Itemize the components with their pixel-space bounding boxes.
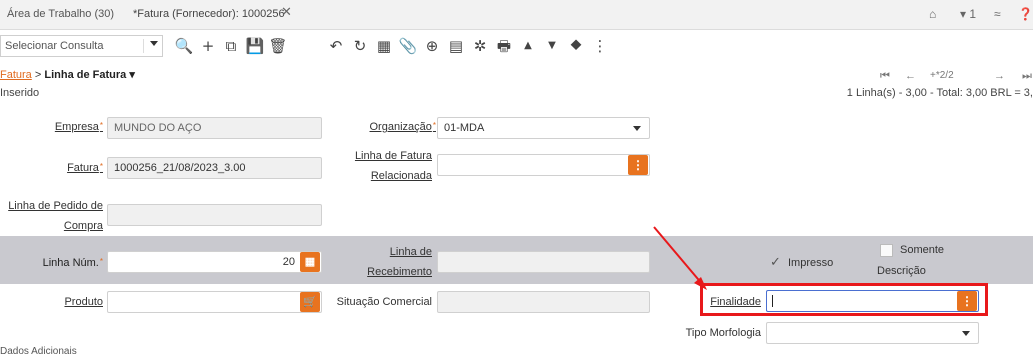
chevron-down-icon[interactable] [633,126,641,131]
notification-icon[interactable]: ▾ 1 [960,7,976,21]
previous-record-icon[interactable]: ← [905,70,916,82]
query-select-divider [143,39,144,53]
query-select[interactable]: Selecionar Consulta [0,35,163,57]
print-icon[interactable]: 🖶 [494,36,514,56]
record-position: +*2/2 [930,70,954,81]
record-status: Inserido [0,87,40,99]
home-icon[interactable]: ⌂ [929,7,936,21]
fatura-label-text: Fatura [67,162,99,174]
chevron-down-icon[interactable] [150,41,158,46]
breadcrumb-separator: > [34,69,42,81]
required-marker: * [99,121,103,130]
save-icon[interactable]: 💾 [245,36,265,56]
linha-fatura-rel-line2: Relacionada [370,170,432,182]
empresa-field[interactable]: MUNDO DO AÇO [107,117,322,139]
next-record-icon[interactable]: → [994,70,1005,82]
add-icon[interactable]: + [198,36,218,56]
settings-icon[interactable]: ✲ [470,36,490,56]
cart-icon[interactable]: 🛒 [300,292,320,312]
organizacao-select[interactable]: 01-MDA [437,117,650,139]
linha-pedido-line2: Compra [63,220,103,232]
tag-icon[interactable]: ⯁ [566,36,586,56]
linha-num-field[interactable]: 20 ▦ [107,251,322,273]
undo-icon[interactable]: ↶ [326,36,346,56]
tab-workarea[interactable]: Área de Trabalho (30) [7,8,114,20]
required-marker: * [99,257,103,266]
first-record-icon[interactable]: ⏮ [880,70,890,83]
linha-fatura-rel-line1: Linha de Fatura [354,150,432,162]
tipo-morfologia-label: Tipo Morfologia [685,327,761,339]
situacao-comercial-field[interactable] [437,291,650,313]
produto-label: Produto [64,296,103,308]
impresso-label: Impresso [788,257,834,269]
close-icon[interactable]: ✕ [281,4,292,20]
collapse-icon[interactable]: ≈ [994,7,1001,21]
empresa-value: MUNDO DO AÇO [114,122,202,134]
previous-icon[interactable]: ▲ [518,36,538,56]
organizacao-value: 01-MDA [444,122,485,134]
organizacao-label: Organização* [370,121,437,133]
linha-pedido-compra-field[interactable] [107,204,322,226]
attachment-icon[interactable]: 📎 [398,36,418,56]
zoom-icon[interactable]: ⊕ [422,36,442,56]
more-icon[interactable]: ⋮ [590,36,610,56]
linha-fatura-relacionada-field[interactable]: ⋮ [437,154,650,176]
help-icon[interactable]: ❓ [1018,7,1033,21]
produto-field[interactable]: 🛒 [107,291,322,313]
refresh-icon[interactable]: ↻ [350,36,370,56]
linha-recebimento-field[interactable] [437,251,650,273]
somente-label: Somente [900,244,945,256]
fatura-label: Fatura* [67,162,103,174]
linha-receb-line2: Recebimento [367,266,432,278]
totals-summary: 1 Linha(s) - 3,00 - Total: 3,00 BRL = 3, [846,87,1033,99]
tipo-morfologia-select[interactable] [766,322,979,344]
descricao-label: Descrição [877,265,926,277]
required-marker: * [432,121,436,130]
dados-adicionais-section[interactable]: Dados Adicionais [0,346,77,357]
empresa-label-text: Empresa [54,121,99,133]
search-icon[interactable]: 🔍 [174,36,194,56]
checkmark-icon[interactable]: ✓ [770,254,781,270]
empresa-label: Empresa* [55,121,103,133]
situacao-comercial-label: Situação Comercial [336,296,432,308]
next-icon[interactable]: ▼ [542,36,562,56]
breadcrumb-current[interactable]: Linha de Fatura ▾ [44,69,134,81]
breadcrumb-parent[interactable]: Fatura [0,69,32,81]
last-record-icon[interactable]: ⏭ [1022,70,1032,83]
query-select-placeholder: Selecionar Consulta [5,40,104,52]
linha-num-label-text: Linha Núm. [42,257,99,269]
linha-pedido-compra-label: Linha de Pedido de Compra [8,196,103,236]
linha-fatura-relacionada-label: Linha de Fatura Relacionada [355,146,432,186]
delete-icon[interactable]: 🗑 [268,36,288,56]
required-marker: * [99,162,103,171]
fatura-value: 1000256_21/08/2023_3.00 [114,162,246,174]
lookup-menu-icon[interactable]: ⋮ [628,155,648,175]
breadcrumb: Fatura > Linha de Fatura ▾ [0,68,135,81]
linha-num-value: 20 [282,256,295,268]
somente-descricao-checkbox[interactable] [880,244,893,257]
copy-icon[interactable]: ⧉ [221,36,241,56]
linha-receb-line1: Linha de [389,246,432,258]
tab-bar: Área de Trabalho (30) *Fatura (Fornecedo… [0,0,1033,30]
fatura-field[interactable]: 1000256_21/08/2023_3.00 [107,157,322,179]
report-icon[interactable]: ▤ [446,36,466,56]
calculator-icon[interactable]: ▦ [300,252,320,272]
linha-recebimento-label: Linha de Recebimento [367,242,432,282]
grid-toggle-icon[interactable]: ▦ [374,36,394,56]
tab-fatura[interactable]: *Fatura (Fornecedor): 1000256 [133,8,285,20]
highlight-box [700,283,988,316]
chevron-down-icon[interactable] [962,331,970,336]
linha-pedido-line1: Linha de Pedido de [8,200,103,212]
linha-num-label: Linha Núm.* [43,257,103,269]
organizacao-label-text: Organização [369,121,432,133]
